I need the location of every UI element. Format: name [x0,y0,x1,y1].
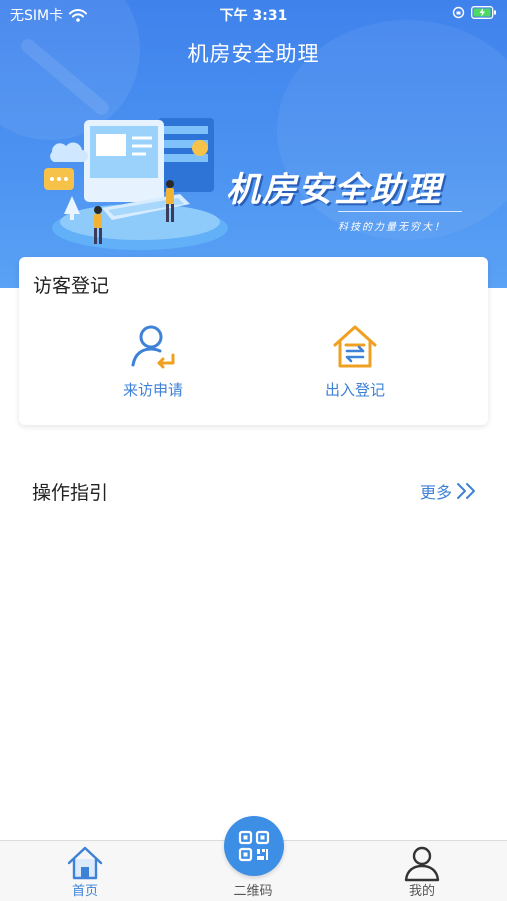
battery-charging-icon [471,6,496,19]
section-title-visitor: 访客登记 [33,275,110,297]
entry-exit-registration-label: 出入登记 [324,381,385,399]
tab-home[interactable]: 首页 [35,841,135,901]
qr-code-button[interactable] [224,816,284,876]
banner-headline: 机房安全助理 [226,170,442,210]
home-icon [67,846,103,880]
server-room-illustration [44,118,228,250]
visit-application-button[interactable]: 来访申请 [83,321,223,400]
more-link[interactable]: 更多 [420,479,478,503]
user-return-icon [131,325,175,369]
tab-mine-label: 我的 [408,884,435,899]
user-icon [404,846,440,882]
visitor-registration-card: 访客登记 来访申请 出入登记 [19,257,488,425]
header-banner: 无SIM卡 下午 3:31 机房安全助理 机房安全助理 科技的力量无穷大！ [0,0,507,288]
clock: 下午 3:31 [219,8,288,24]
status-bar: 无SIM卡 下午 3:31 [0,0,507,28]
tab-qr-label: 二维码 [233,884,273,899]
entry-exit-registration-button[interactable]: 出入登记 [285,321,425,400]
house-exchange-icon [333,325,377,368]
visit-application-label: 来访申请 [122,381,183,399]
banner-divider [338,211,462,212]
banner-slogan: 科技的力量无穷大！ [338,222,446,233]
tab-mine[interactable]: 我的 [372,841,472,901]
orientation-lock-icon [452,6,465,19]
page-title: 机房安全助理 [187,42,320,66]
tab-home-label: 首页 [71,884,98,899]
more-label: 更多 [419,483,452,502]
qr-code-icon [238,830,270,862]
section-title-guide: 操作指引 [32,482,109,504]
double-chevron-right-icon [457,483,475,499]
